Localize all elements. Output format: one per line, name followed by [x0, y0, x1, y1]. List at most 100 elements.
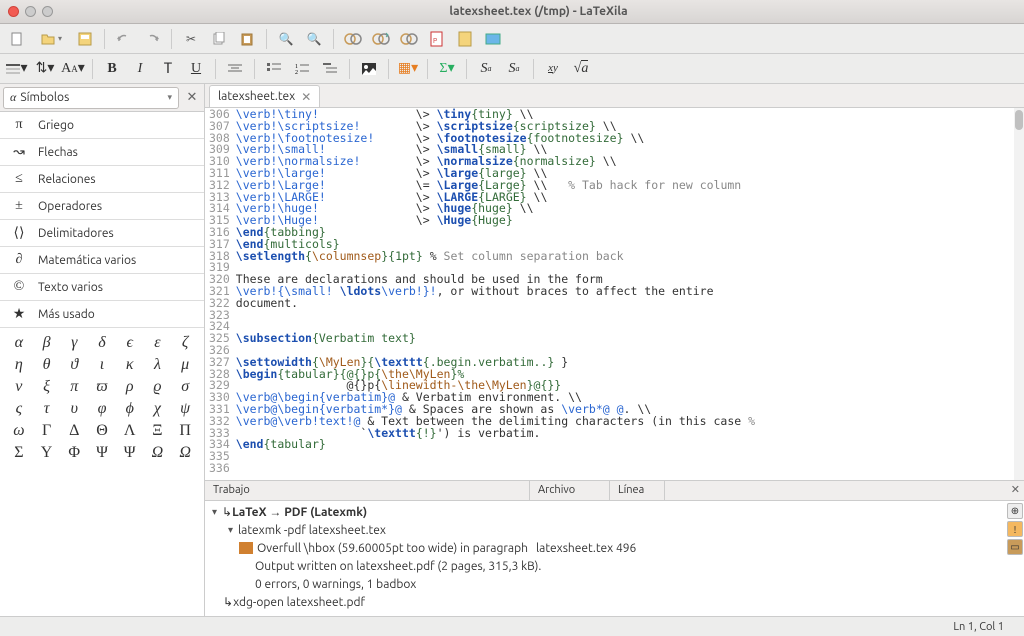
symbol[interactable]: π: [61, 378, 87, 396]
sidebar-item[interactable]: ↝Flechas: [0, 139, 204, 166]
save-button[interactable]: [72, 27, 98, 51]
build-3-button[interactable]: [396, 27, 422, 51]
build-2-button[interactable]: [368, 27, 394, 51]
find-button[interactable]: 🔍: [273, 27, 299, 51]
symbol[interactable]: α: [6, 334, 32, 352]
symbol[interactable]: τ: [34, 400, 60, 418]
view-button[interactable]: [480, 27, 506, 51]
editor-scrollbar[interactable]: [1014, 108, 1024, 480]
superscript-button[interactable]: Sa: [473, 57, 499, 81]
sidebar-item[interactable]: ±Operadores: [0, 193, 204, 220]
code-editor[interactable]: 3063073083093103113123133143153163173183…: [205, 108, 1024, 480]
sidebar-item[interactable]: ≤Relaciones: [0, 166, 204, 193]
description-button[interactable]: [317, 57, 343, 81]
symbol[interactable]: ξ: [34, 378, 60, 396]
symbol[interactable]: Ξ: [145, 422, 171, 440]
open-file-button[interactable]: ▾: [32, 27, 70, 51]
symbol[interactable]: Λ: [117, 422, 143, 440]
symbol[interactable]: Γ: [34, 422, 60, 440]
cut-button[interactable]: ✂: [178, 27, 204, 51]
output-col-job[interactable]: Trabajo: [205, 481, 530, 500]
symbol[interactable]: θ: [34, 356, 60, 374]
symbol[interactable]: ϵ: [117, 334, 143, 352]
symbol[interactable]: Δ: [61, 422, 87, 440]
symbol[interactable]: Ω: [172, 444, 198, 462]
table-button[interactable]: ▦▾: [395, 57, 421, 81]
symbol[interactable]: ψ: [172, 400, 198, 418]
symbol[interactable]: ϕ: [117, 400, 143, 418]
output-col-file[interactable]: Archivo: [530, 481, 610, 500]
underline-button[interactable]: U: [183, 57, 209, 81]
sidebar-item[interactable]: ©Texto varios: [0, 274, 204, 301]
window-minimize-button[interactable]: [25, 6, 36, 17]
symbol[interactable]: Ψ: [117, 444, 143, 462]
symbol[interactable]: ε: [145, 334, 171, 352]
symbol[interactable]: κ: [117, 356, 143, 374]
symbol[interactable]: Θ: [89, 422, 115, 440]
build-1-button[interactable]: [340, 27, 366, 51]
symbol[interactable]: Σ: [6, 444, 32, 462]
replace-button[interactable]: 🔍: [301, 27, 327, 51]
sidebar-item[interactable]: ★Más usado: [0, 301, 204, 328]
sidebar-item[interactable]: πGriego: [0, 112, 204, 139]
paste-button[interactable]: [234, 27, 260, 51]
new-file-button[interactable]: [4, 27, 30, 51]
itemize-button[interactable]: [261, 57, 287, 81]
output-cmd[interactable]: latexmk -pdf latexsheet.tex: [238, 524, 1024, 537]
sum-button[interactable]: Σ▾: [434, 57, 460, 81]
undo-button[interactable]: [111, 27, 137, 51]
symbol[interactable]: μ: [172, 356, 198, 374]
symbol[interactable]: ν: [6, 378, 32, 396]
sidebar-item[interactable]: ∂Matemática varios: [0, 247, 204, 274]
font-size-menu[interactable]: AA▾: [60, 57, 86, 81]
output-filter-1[interactable]: ⊕: [1007, 503, 1023, 519]
output-close-button[interactable]: ✕: [1007, 481, 1024, 500]
enumerate-button[interactable]: 12: [289, 57, 315, 81]
symbol[interactable]: β: [34, 334, 60, 352]
symbol[interactable]: ς: [6, 400, 32, 418]
frac-button[interactable]: xy: [540, 57, 566, 81]
symbol[interactable]: φ: [89, 400, 115, 418]
symbol[interactable]: χ: [145, 400, 171, 418]
symbol[interactable]: ι: [89, 356, 115, 374]
symbol[interactable]: σ: [172, 378, 198, 396]
sqrt-button[interactable]: √a: [568, 57, 594, 81]
symbol[interactable]: Φ: [61, 444, 87, 462]
section-menu[interactable]: ▾: [4, 57, 30, 81]
symbol[interactable]: ϖ: [89, 378, 115, 396]
symbol[interactable]: η: [6, 356, 32, 374]
italic-button[interactable]: I: [127, 57, 153, 81]
copy-button[interactable]: [206, 27, 232, 51]
sidebar-close-button[interactable]: ✕: [183, 90, 201, 105]
pdf-button[interactable]: P: [424, 27, 450, 51]
symbol[interactable]: ϑ: [61, 356, 87, 374]
code-content[interactable]: \verb!\tiny! \> \tiny{tiny} \\\verb!\scr…: [236, 108, 1024, 480]
symbol[interactable]: ζ: [172, 334, 198, 352]
output-filter-2[interactable]: !: [1007, 521, 1023, 537]
symbols-combo[interactable]: α Símbolos ▾: [3, 87, 179, 109]
symbol[interactable]: Ω: [145, 444, 171, 462]
figure-button[interactable]: [356, 57, 382, 81]
symbol[interactable]: δ: [89, 334, 115, 352]
redo-button[interactable]: [139, 27, 165, 51]
ref-menu[interactable]: ⇅▾: [32, 57, 58, 81]
symbol[interactable]: Υ: [34, 444, 60, 462]
symbol[interactable]: ϱ: [145, 378, 171, 396]
symbol[interactable]: Ψ: [89, 444, 115, 462]
output-filter-3[interactable]: ▭: [1007, 539, 1023, 555]
sidebar-item[interactable]: ⟨⟩Delimitadores: [0, 220, 204, 247]
center-button[interactable]: [222, 57, 248, 81]
symbol[interactable]: λ: [145, 356, 171, 374]
window-maximize-button[interactable]: [42, 6, 53, 17]
tab-close-icon[interactable]: ✕: [301, 90, 311, 104]
symbol[interactable]: ω: [6, 422, 32, 440]
symbol[interactable]: Π: [172, 422, 198, 440]
output-open-cmd[interactable]: xdg-open latexsheet.pdf: [233, 596, 1024, 609]
bold-button[interactable]: B: [99, 57, 125, 81]
window-close-button[interactable]: [8, 6, 19, 17]
symbol[interactable]: γ: [61, 334, 87, 352]
output-col-line[interactable]: Línea: [610, 481, 665, 500]
symbol[interactable]: ρ: [117, 378, 143, 396]
tab-latexsheet[interactable]: latexsheet.tex ✕: [209, 85, 320, 107]
symbol[interactable]: υ: [61, 400, 87, 418]
